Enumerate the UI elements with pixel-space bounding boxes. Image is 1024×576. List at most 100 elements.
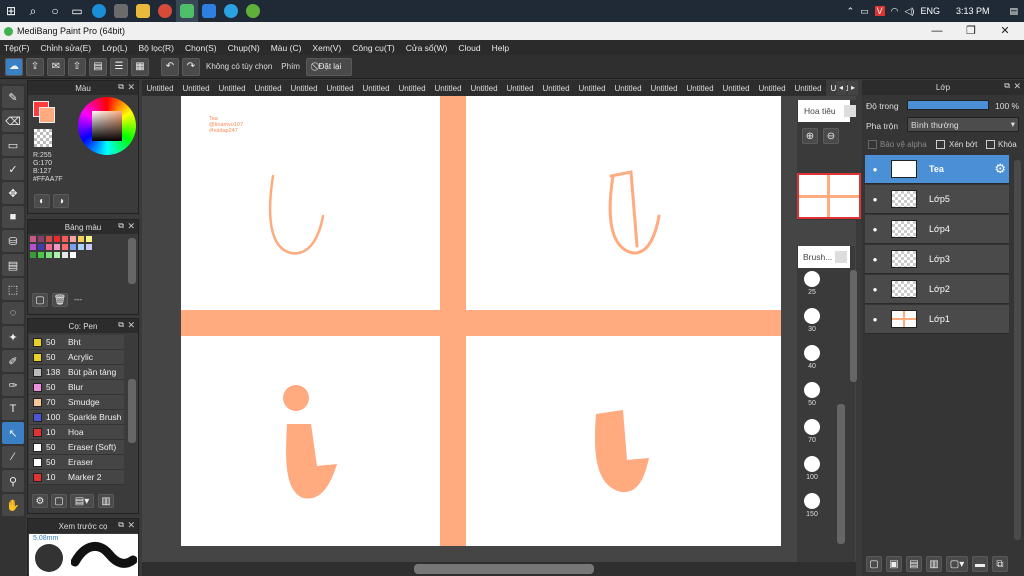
transparent-swatch[interactable]: [34, 129, 52, 147]
lasso-tool-icon[interactable]: ◌: [2, 302, 24, 324]
document-tab[interactable]: Untitled: [754, 80, 790, 96]
eye-icon[interactable]: ●: [865, 165, 885, 174]
document-tab[interactable]: Untitled: [142, 80, 178, 96]
undo-icon[interactable]: ↶: [161, 57, 179, 76]
clipping-checkbox[interactable]: [936, 140, 945, 149]
brush-item[interactable]: 138 Bút pần tảng: [29, 365, 124, 380]
brush-page-icon[interactable]: ▥: [98, 494, 114, 508]
brush-item[interactable]: 10 Marker 2: [29, 470, 124, 485]
document-tab[interactable]: Untitled: [790, 80, 826, 96]
divide-tool-icon[interactable]: ⁄: [2, 446, 24, 468]
eye-icon[interactable]: ●: [865, 255, 885, 264]
palette-swatch[interactable]: [38, 244, 44, 250]
store-icon[interactable]: [110, 0, 132, 22]
comment-icon[interactable]: ✉: [47, 57, 65, 76]
layer-row[interactable]: ● Lớp3: [865, 245, 1009, 274]
eyedropper-tool-icon[interactable]: ⚲: [2, 470, 24, 492]
language-indicator[interactable]: ENG: [920, 6, 940, 16]
navigator-scrollbar[interactable]: [850, 270, 857, 382]
brush-item[interactable]: 50 Blur: [29, 380, 124, 395]
duplicate-layer-icon[interactable]: ⧉: [992, 556, 1008, 572]
menu-layer[interactable]: Lớp(L): [102, 43, 127, 53]
zoom-out-icon[interactable]: ⊖: [823, 128, 839, 144]
search-icon[interactable]: ⌕: [22, 0, 44, 22]
palette-swatch[interactable]: [62, 244, 68, 250]
page-icon[interactable]: ▤: [89, 57, 107, 76]
layer-row[interactable]: ● Lớp2: [865, 275, 1009, 304]
new-halftone-layer-icon[interactable]: ▣: [886, 556, 902, 572]
brush-item[interactable]: 100 Sparkle Brush: [29, 410, 124, 425]
document-tab[interactable]: Untitled: [646, 80, 682, 96]
brush-size-option[interactable]: 30: [800, 305, 824, 341]
palette-swatch[interactable]: [54, 244, 60, 250]
palette-swatch[interactable]: [46, 236, 52, 242]
document-tab[interactable]: Untitled: [286, 80, 322, 96]
navigator-close[interactable]: [844, 105, 856, 117]
brush-size-close[interactable]: [835, 251, 847, 263]
brush-size-option[interactable]: 40: [800, 342, 824, 378]
palette-swatches[interactable]: [30, 236, 126, 284]
tab-scroll-right-icon[interactable]: ▸: [848, 81, 858, 95]
gradient-tool-icon[interactable]: ▤: [2, 254, 24, 276]
brush-item[interactable]: 70 Smudge: [29, 395, 124, 410]
popout-icon[interactable]: ⧉: [118, 221, 124, 231]
palette-swatch[interactable]: [54, 252, 60, 258]
secondary-color-swatch[interactable]: [39, 107, 55, 123]
document-tab[interactable]: Untitled: [250, 80, 286, 96]
lock-checkbox[interactable]: [986, 140, 995, 149]
vivaldi-icon[interactable]: V: [874, 6, 885, 16]
palette-swatch[interactable]: [38, 252, 44, 258]
popout-icon[interactable]: ⧉: [1004, 81, 1010, 91]
menu-help[interactable]: Help: [492, 43, 509, 53]
protect-alpha-checkbox[interactable]: [868, 140, 877, 149]
cortana-icon[interactable]: ○: [44, 0, 66, 22]
palette-swatch[interactable]: [30, 252, 36, 258]
document-tab[interactable]: Untitled: [214, 80, 250, 96]
reset-button[interactable]: ⃠ Đặt lại: [305, 57, 352, 76]
select-eraser-tool-icon[interactable]: ✑: [2, 374, 24, 396]
close-button[interactable]: ✕: [988, 22, 1022, 40]
new-page-icon[interactable]: ▢: [32, 293, 48, 307]
document-tab[interactable]: Untitled: [682, 80, 718, 96]
close-icon[interactable]: ✕: [127, 320, 135, 331]
layer-row[interactable]: ● Tea ⚙: [865, 155, 1009, 184]
document-tab[interactable]: Untitled: [358, 80, 394, 96]
brush-add-menu-icon[interactable]: ▤▾: [70, 494, 94, 508]
layer-menu-icon[interactable]: ▢▾: [946, 556, 968, 572]
brush-tool-icon[interactable]: ✎: [2, 86, 24, 108]
brush-item[interactable]: 50 Eraser (Soft): [29, 440, 124, 455]
palette-swatch[interactable]: [62, 236, 68, 242]
brush-size-scrollbar[interactable]: [837, 404, 845, 544]
cloud-icon[interactable]: ☁: [5, 57, 23, 76]
menu-select[interactable]: Chọn(S): [185, 43, 217, 53]
wifi-icon[interactable]: ◠: [891, 6, 899, 17]
brush-add-icon[interactable]: ▢: [51, 494, 67, 508]
document-tab[interactable]: Untitled: [574, 80, 610, 96]
document-tab[interactable]: Untitled: [322, 80, 358, 96]
text-tool-icon[interactable]: T: [2, 398, 24, 420]
palette-swatch[interactable]: [70, 244, 76, 250]
eye-icon[interactable]: ●: [865, 285, 885, 294]
color-wheel[interactable]: [78, 97, 136, 155]
navigator-thumbnail[interactable]: [797, 173, 861, 219]
close-icon[interactable]: ✕: [127, 221, 135, 232]
rect-tool-icon[interactable]: ▭: [2, 134, 24, 156]
layers-scrollbar[interactable]: [1014, 160, 1021, 540]
battery-icon[interactable]: ▭: [860, 6, 869, 17]
clock[interactable]: 3:13 PM: [956, 6, 990, 16]
share-icon[interactable]: ⇪: [26, 57, 44, 76]
redo-icon[interactable]: ↷: [182, 57, 200, 76]
popout-icon[interactable]: ⧉: [118, 520, 124, 530]
medibang-icon[interactable]: [176, 0, 198, 22]
document-tab[interactable]: Untitled: [430, 80, 466, 96]
menu-filter[interactable]: Bộ lọc(R): [139, 43, 174, 53]
brush-scrollbar[interactable]: [128, 379, 136, 443]
palette-swatch[interactable]: [54, 236, 60, 242]
palette-swatch[interactable]: [38, 236, 44, 242]
close-icon[interactable]: ✕: [1013, 81, 1021, 92]
zoom-in-icon[interactable]: ⊕: [802, 128, 818, 144]
layer-row[interactable]: ● Lớp1: [865, 305, 1009, 334]
zalo-icon[interactable]: [198, 0, 220, 22]
layer-row[interactable]: ● Lớp5: [865, 185, 1009, 214]
brush-item[interactable]: 50 Acrylic: [29, 350, 124, 365]
